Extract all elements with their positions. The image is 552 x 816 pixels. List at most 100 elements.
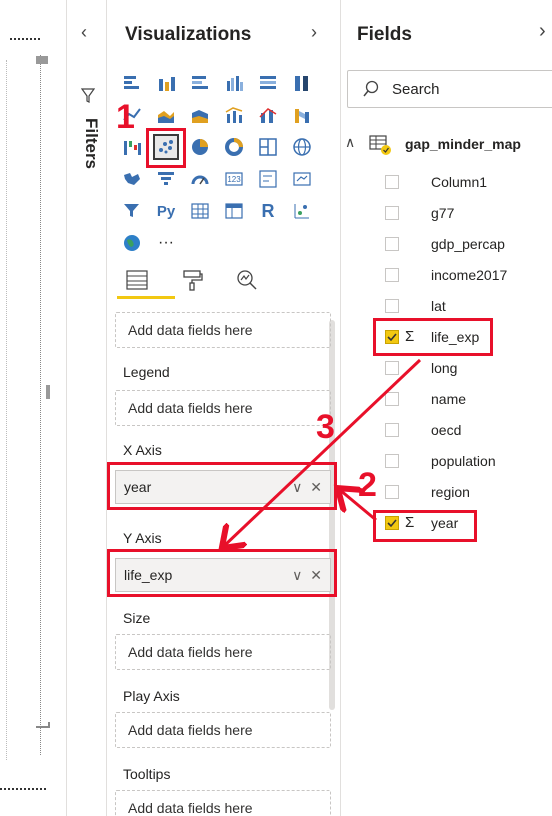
field-item[interactable]: long xyxy=(385,359,545,379)
field-checkbox[interactable] xyxy=(385,299,399,313)
field-name: income2017 xyxy=(431,267,508,283)
field-checkbox[interactable] xyxy=(385,392,399,406)
field-name: g77 xyxy=(431,205,455,221)
resize-handle-top[interactable] xyxy=(36,56,48,64)
stacked-bar-chart-icon[interactable] xyxy=(119,70,145,96)
tooltips-label: Tooltips xyxy=(123,766,171,782)
field-checkbox[interactable] xyxy=(385,361,399,375)
stacked-column-chart-icon[interactable] xyxy=(153,70,179,96)
field-name: population xyxy=(431,453,496,469)
matrix-icon[interactable] xyxy=(221,198,247,224)
powerbi-panes: ‹ Filters Visualizations › 123 Py R ··· … xyxy=(0,0,552,816)
treemap-icon[interactable] xyxy=(255,134,281,160)
details-well[interactable]: Add data fields here xyxy=(115,312,331,348)
tooltips-well[interactable]: Add data fields here xyxy=(115,790,331,816)
field-checkbox[interactable] xyxy=(385,454,399,468)
field-item[interactable]: Column1 xyxy=(385,173,545,193)
field-item[interactable]: income2017 xyxy=(385,266,545,286)
ribbon-chart-icon[interactable] xyxy=(289,102,315,128)
chevron-left-icon[interactable]: ‹ xyxy=(81,22,87,43)
field-item[interactable]: gdp_percap xyxy=(385,235,545,255)
more-visuals-glyph: ··· xyxy=(158,234,174,251)
report-canvas-edge[interactable] xyxy=(0,0,66,816)
visual-selection-border xyxy=(40,55,41,755)
pane-title: Fields xyxy=(357,24,412,45)
table-visual-icon[interactable] xyxy=(187,198,213,224)
multi-row-card-icon[interactable] xyxy=(255,166,281,192)
filled-map-icon[interactable] xyxy=(119,166,145,192)
field-name: Column1 xyxy=(431,174,488,190)
field-checkbox[interactable] xyxy=(385,423,399,437)
chevron-right-icon[interactable]: › xyxy=(311,22,317,43)
more-visuals-icon[interactable]: ··· xyxy=(153,230,179,256)
play-axis-well[interactable]: Add data fields here xyxy=(115,712,331,748)
kpi-icon[interactable] xyxy=(289,166,315,192)
python-label: Py xyxy=(156,202,176,220)
card-icon[interactable]: 123 xyxy=(221,166,247,192)
search-input[interactable]: Search xyxy=(392,81,440,98)
field-checkbox[interactable] xyxy=(385,268,399,282)
legend-well[interactable]: Add data fields here xyxy=(115,390,331,426)
canvas-dots-bottom xyxy=(0,788,46,790)
step-2-label: 2 xyxy=(358,466,377,504)
resize-handle-mid[interactable] xyxy=(46,385,50,399)
field-item[interactable]: region xyxy=(385,483,545,503)
analytics-magnifier-icon[interactable] xyxy=(235,268,259,297)
100-stacked-bar-icon[interactable] xyxy=(255,70,281,96)
gauge-icon[interactable] xyxy=(187,166,213,192)
100-stacked-column-icon[interactable] xyxy=(289,70,315,96)
step-1-label: 1 xyxy=(116,98,135,136)
slicer-icon[interactable] xyxy=(119,198,145,224)
line-clustered-column-icon[interactable] xyxy=(221,102,247,128)
clustered-bar-chart-icon[interactable] xyxy=(187,70,213,96)
pie-chart-icon[interactable] xyxy=(187,134,213,160)
field-checkbox[interactable] xyxy=(385,237,399,251)
r-visual-icon[interactable]: R xyxy=(255,198,281,224)
key-influencers-icon[interactable] xyxy=(289,198,315,224)
field-item[interactable]: lat xyxy=(385,297,545,317)
r-label: R xyxy=(261,200,275,221)
field-checkbox[interactable] xyxy=(385,175,399,189)
field-item[interactable]: g77 xyxy=(385,204,545,224)
fields-pane: Fields › Search ∧ gap_minder_map Column1… xyxy=(341,0,552,816)
field-checkbox[interactable] xyxy=(385,206,399,220)
field-name: oecd xyxy=(431,422,462,438)
annotation-box-x-axis xyxy=(107,462,337,510)
y-axis-label: Y Axis xyxy=(123,530,162,546)
field-name: lat xyxy=(431,298,446,314)
donut-chart-icon[interactable] xyxy=(221,134,247,160)
stacked-area-chart-icon[interactable] xyxy=(187,102,213,128)
map-globe-icon[interactable] xyxy=(289,134,315,160)
resize-handle-bottom[interactable] xyxy=(36,722,50,728)
field-item[interactable]: oecd xyxy=(385,421,545,441)
pane-title: Visualizations xyxy=(125,24,252,45)
field-item[interactable]: name xyxy=(385,390,545,410)
size-well[interactable]: Add data fields here xyxy=(115,634,331,670)
annotation-box-y-axis xyxy=(107,549,337,597)
filters-pane[interactable]: ‹ Filters xyxy=(67,0,107,816)
visualizations-pane: Visualizations › 123 Py R ··· Add data f… xyxy=(107,0,341,816)
play-axis-label: Play Axis xyxy=(123,688,180,704)
annotation-box-year xyxy=(373,510,477,542)
collapse-icon[interactable]: › xyxy=(539,20,546,43)
legend-label: Legend xyxy=(123,364,170,380)
field-item[interactable]: population xyxy=(385,452,545,472)
fields-tab-icon[interactable] xyxy=(125,268,149,297)
funnel-chart-icon[interactable] xyxy=(153,166,179,192)
area-chart-icon[interactable] xyxy=(153,102,179,128)
table-icon xyxy=(369,134,395,161)
chevron-up-icon[interactable]: ∧ xyxy=(345,134,355,151)
field-checkbox[interactable] xyxy=(385,485,399,499)
canvas-dots-top xyxy=(10,38,40,40)
line-stacked-column-icon[interactable] xyxy=(255,102,281,128)
filters-label[interactable]: Filters xyxy=(71,118,101,169)
funnel-icon xyxy=(80,88,96,109)
clustered-column-chart-icon[interactable] xyxy=(221,70,247,96)
waterfall-chart-icon[interactable] xyxy=(119,134,145,160)
arcgis-globe-icon[interactable] xyxy=(119,230,145,256)
paint-roller-icon[interactable] xyxy=(181,268,205,297)
fields-search[interactable]: Search xyxy=(347,70,552,108)
table-node[interactable]: ∧ gap_minder_map xyxy=(345,134,550,156)
annotation-box-scatter xyxy=(146,128,186,168)
python-visual-icon[interactable]: Py xyxy=(153,198,179,224)
